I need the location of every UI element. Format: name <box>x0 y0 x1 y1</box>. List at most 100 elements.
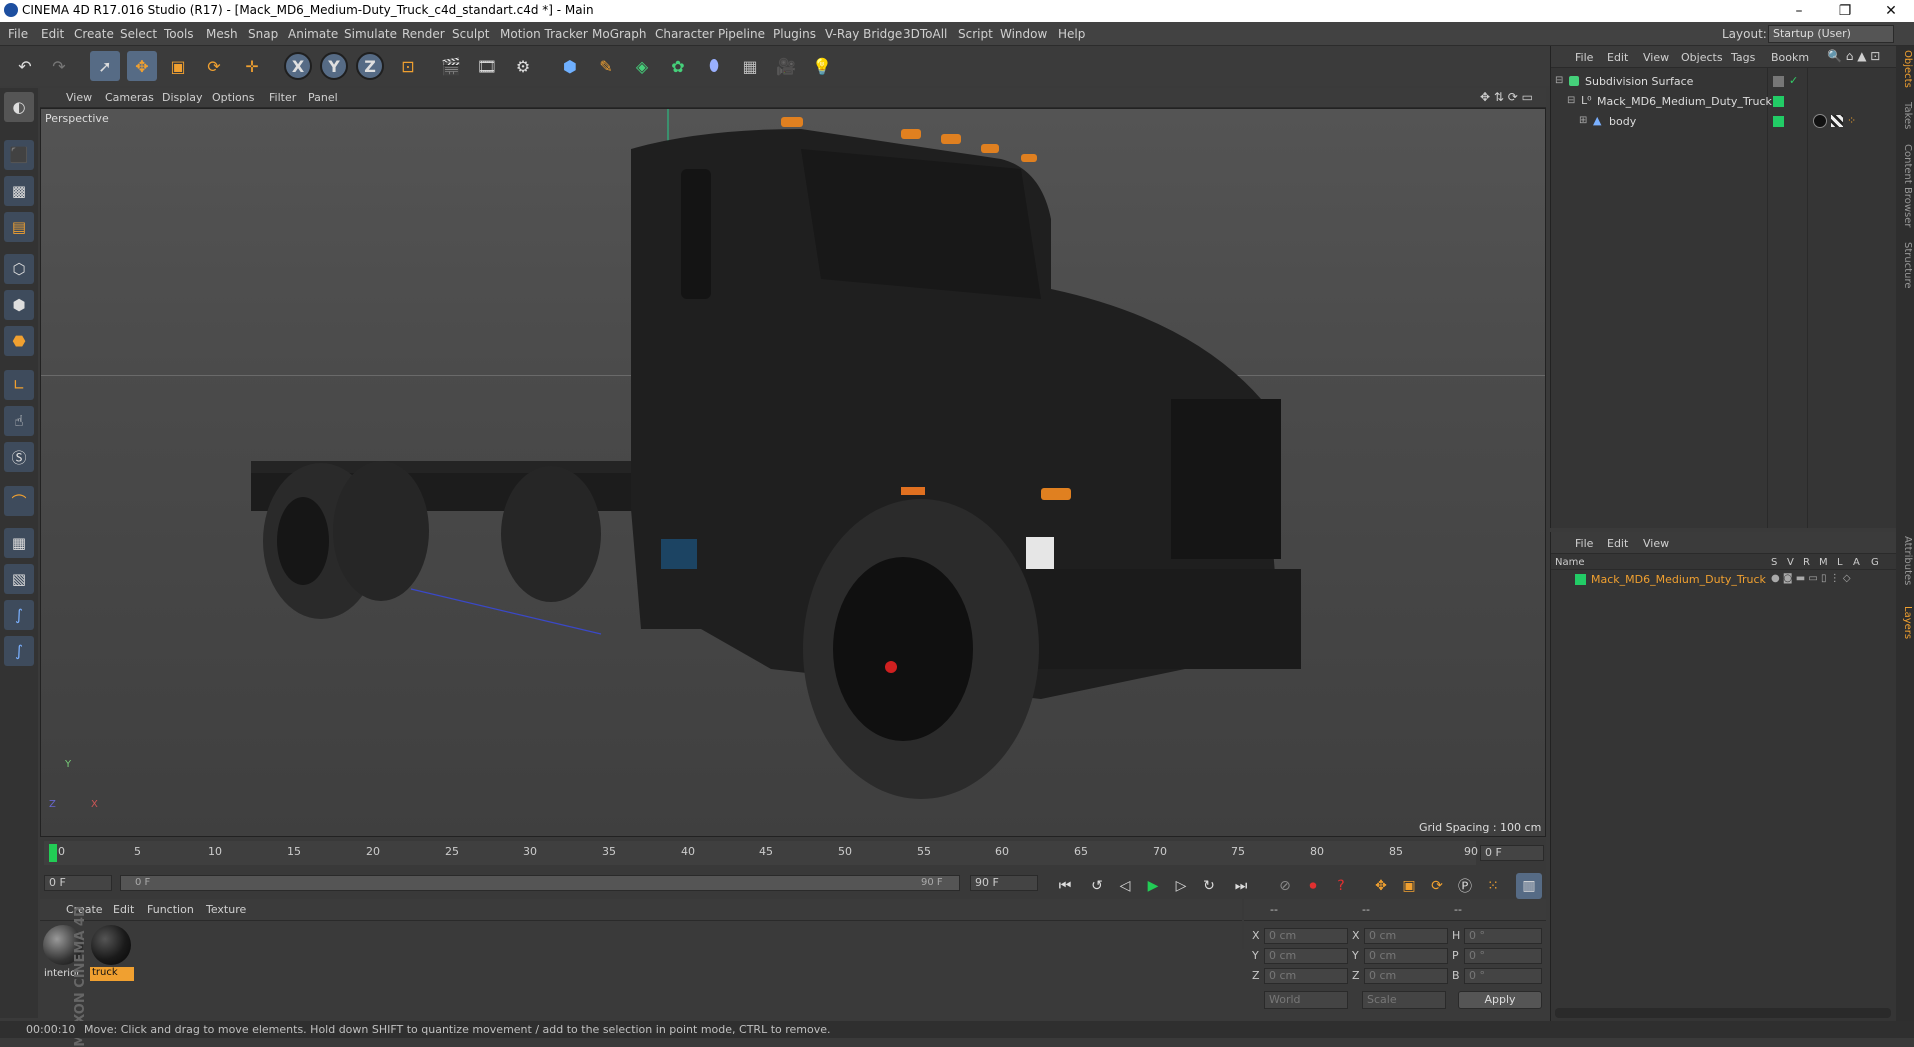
layer-scrollbar[interactable] <box>1555 1008 1891 1018</box>
record-keys-icon[interactable]: ⊘ <box>1272 873 1298 899</box>
tab-takes[interactable]: Takes <box>1897 102 1913 129</box>
pen-spline-icon[interactable]: ✎ <box>591 51 621 81</box>
menu-tools[interactable]: Tools <box>164 27 194 41</box>
viewport-menu-panel[interactable]: Panel <box>308 91 338 104</box>
go-to-start-icon[interactable]: ⏮ <box>1052 873 1078 899</box>
preview-range-slider[interactable]: 0 F 90 F <box>120 875 960 891</box>
move-icon[interactable]: ✥ <box>127 51 157 81</box>
menu-plugins[interactable]: Plugins <box>773 27 816 41</box>
menu-create[interactable]: Create <box>74 27 114 41</box>
size-y-field[interactable]: 0 cm <box>1364 948 1448 964</box>
rot-h-field[interactable]: 0 ° <box>1464 928 1542 944</box>
menu-file[interactable]: File <box>8 27 28 41</box>
deformer-icon[interactable]: ⬮ <box>699 51 729 81</box>
object-menu-objects[interactable]: Objects <box>1681 51 1723 64</box>
minimize-button[interactable]: – <box>1776 0 1822 22</box>
size-x-field[interactable]: 0 cm <box>1364 928 1448 944</box>
edges-mode-icon[interactable]: ⬢ <box>4 290 34 320</box>
cube-primitive-icon[interactable]: ⬢ <box>555 51 585 81</box>
camera-icon[interactable]: 🎥 <box>771 51 801 81</box>
play-icon[interactable]: ▶ <box>1140 873 1166 899</box>
key-position-icon[interactable]: ✥ <box>1368 873 1394 899</box>
planar-workplane-icon[interactable]: ▧ <box>4 564 34 594</box>
render-view-icon[interactable]: 🎬 <box>436 51 466 81</box>
object-search-icon[interactable]: 🔍 ⌂ ▲ ⊡ <box>1827 49 1880 63</box>
object-row-subdivision[interactable]: ⊟ Subdivision Surface ✓ <box>1551 74 1897 90</box>
menu-window[interactable]: Window <box>1000 27 1047 41</box>
menu-character[interactable]: Character <box>655 27 714 41</box>
object-row-truck[interactable]: ⊟ L⁰ Mack_MD6_Medium_Duty_Truck <box>1551 94 1897 110</box>
menu-sculpt[interactable]: Sculpt <box>452 27 489 41</box>
add-transform-icon[interactable]: ✛ <box>237 51 267 81</box>
layer-toggle-icons[interactable]: ● ◙ ▬ ▭ ▯ ⋮ ◇ <box>1771 573 1851 584</box>
tab-structure[interactable]: Structure <box>1897 242 1913 289</box>
material-tag-icon[interactable] <box>1813 114 1827 128</box>
object-menu-view[interactable]: View <box>1643 51 1669 64</box>
tab-attributes[interactable]: Attributes <box>1897 536 1913 585</box>
menu-mesh[interactable]: Mesh <box>206 27 238 41</box>
menu-select[interactable]: Select <box>120 27 157 41</box>
pos-x-field[interactable]: 0 cm <box>1264 928 1348 944</box>
pos-y-field[interactable]: 0 cm <box>1264 948 1348 964</box>
x-axis-lock[interactable]: X <box>284 52 312 80</box>
undo-icon[interactable]: ↶ <box>10 51 40 81</box>
y-axis-lock[interactable]: Y <box>320 52 348 80</box>
key-scale-icon[interactable]: ▣ <box>1396 873 1422 899</box>
menu-snap[interactable]: Snap <box>248 27 278 41</box>
make-editable-icon[interactable]: ◐ <box>4 92 34 122</box>
tab-content-browser[interactable]: Content Browser <box>1897 144 1913 227</box>
size-mode-select[interactable]: Scale <box>1362 991 1446 1009</box>
rot-b-field[interactable]: 0 ° <box>1464 968 1542 984</box>
apply-button[interactable]: Apply <box>1458 991 1542 1009</box>
menu-animate[interactable]: Animate <box>288 27 338 41</box>
render-picture-viewer-icon[interactable]: 🎞 <box>472 51 502 81</box>
tab-layers[interactable]: Layers <box>1897 606 1913 639</box>
layer-menu-view[interactable]: View <box>1643 537 1669 550</box>
object-menu-edit[interactable]: Edit <box>1607 51 1628 64</box>
playhead[interactable] <box>49 844 57 862</box>
menu-render[interactable]: Render <box>402 27 445 41</box>
light-icon[interactable]: 💡 <box>807 51 837 81</box>
layer-color-swatch[interactable] <box>1575 574 1586 585</box>
viewport-menu-filter[interactable]: Filter <box>269 91 296 104</box>
enabled-check-icon[interactable]: ✓ <box>1789 74 1798 87</box>
viewport-menu-view[interactable]: View <box>66 91 92 104</box>
timeline-ruler[interactable]: 0 5 10 15 20 25 30 35 40 45 50 55 60 65 … <box>44 841 1478 865</box>
menu-simulate[interactable]: Simulate <box>344 27 397 41</box>
snap-icon[interactable]: Ⓢ <box>4 442 34 472</box>
next-key-icon[interactable]: ↻ <box>1196 873 1222 899</box>
key-rotation-icon[interactable]: ⟳ <box>1424 873 1450 899</box>
tweak-mode-icon[interactable]: ☝ <box>4 406 34 436</box>
truck-model[interactable] <box>41 109 1546 837</box>
magnet-icon[interactable]: ⌒ <box>4 486 34 516</box>
object-menu-file[interactable]: File <box>1575 51 1593 64</box>
collapse-icon[interactable]: ⊟ <box>1567 95 1575 106</box>
material-menu-function[interactable]: Function <box>147 903 194 916</box>
layout-select[interactable]: Startup (User) <box>1768 25 1894 43</box>
coordinate-space-select[interactable]: World <box>1264 991 1348 1009</box>
texture-tag-icon[interactable] <box>1831 115 1843 127</box>
expand-icon[interactable]: ⊞ <box>1579 115 1587 126</box>
viewport-menu-cameras[interactable]: Cameras <box>105 91 154 104</box>
material-menu-edit[interactable]: Edit <box>113 903 134 916</box>
menu-help[interactable]: Help <box>1058 27 1085 41</box>
menu-vray-bridge[interactable]: V-Ray Bridge <box>825 27 902 41</box>
floor-icon[interactable]: ▦ <box>735 51 765 81</box>
texture-mode-icon[interactable]: ▩ <box>4 176 34 206</box>
size-z-field[interactable]: 0 cm <box>1364 968 1448 984</box>
key-param-icon[interactable]: Ⓟ <box>1452 873 1478 899</box>
menu-motion-tracker[interactable]: Motion Tracker <box>500 27 588 41</box>
maximize-button[interactable]: ❐ <box>1822 0 1868 22</box>
points-mode-icon[interactable]: ⬡ <box>4 254 34 284</box>
menu-3dtoall[interactable]: 3DToAll <box>903 27 947 41</box>
previous-frame-icon[interactable]: ◁ <box>1112 873 1138 899</box>
layer-color-tag[interactable] <box>1773 116 1784 127</box>
rot-p-field[interactable]: 0 ° <box>1464 948 1542 964</box>
subdivision-surface-icon[interactable]: ◈ <box>627 51 657 81</box>
object-row-body[interactable]: ⊞ ▲ body ⁘ <box>1551 114 1897 130</box>
polygons-mode-icon[interactable]: ⬣ <box>4 326 34 356</box>
material-swatch-truck[interactable]: truck <box>90 925 134 983</box>
current-frame-field[interactable]: 0 F <box>1480 845 1544 861</box>
timeline-window-icon[interactable]: ▥ <box>1516 873 1542 899</box>
layer-color-tag[interactable] <box>1773 96 1784 107</box>
